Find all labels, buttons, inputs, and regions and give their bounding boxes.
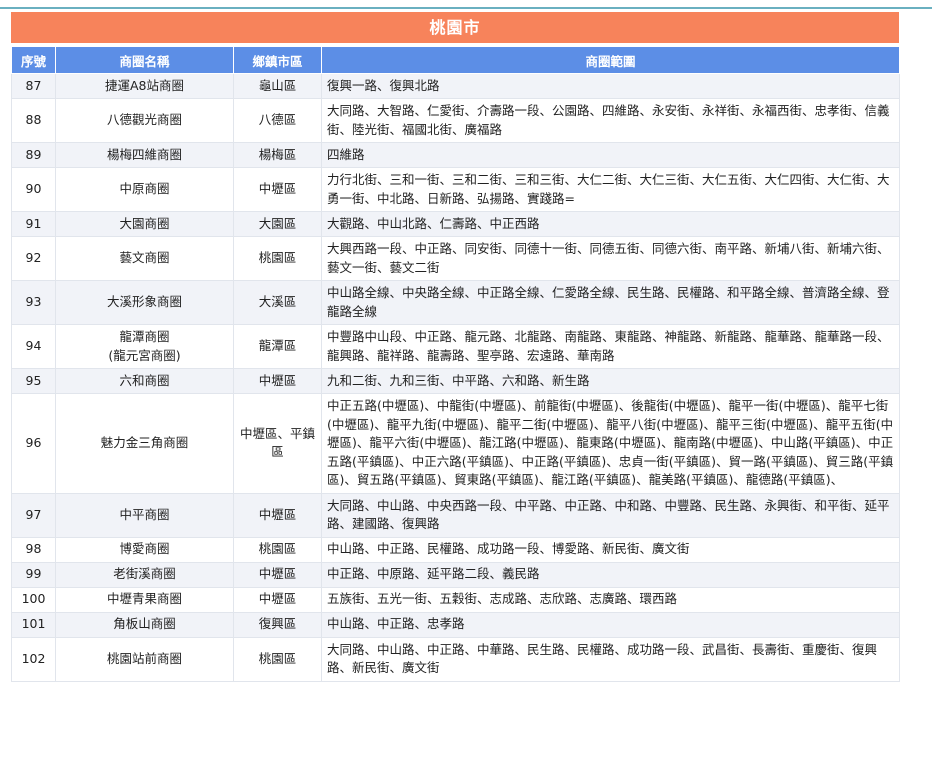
table-row: 100 中壢青果商圈 中壢區 五族街、五光一街、五穀街、志成路、志欣路、志廣路、環西路	[11, 586, 900, 613]
row-district-name: 楊梅四維商圈	[55, 142, 234, 168]
row-number: 96	[11, 393, 56, 494]
row-township: 龍潭區	[233, 324, 322, 369]
table-row: 88 八德觀光商圈 八德區 大同路、大智路、仁愛街、介壽路一段、公園路、四維路、永安街…	[11, 98, 900, 143]
row-township: 中壢區	[233, 561, 322, 588]
business-district-section: 桃園市 序號 商圈名稱 鄉鎮市區 商圈範圍 87 捷運A8站商圈 龜山區 復興一路、復…	[11, 12, 900, 682]
row-district-name: 六和商圈	[55, 368, 234, 394]
row-number: 102	[11, 636, 56, 682]
row-district-name: 藝文商圈	[55, 236, 234, 281]
row-township: 中壢區	[233, 167, 322, 212]
table-row: 97 中平商圈 中壢區 大同路、中山路、中央西路一段、中平路、中正路、中和路、中豐路、…	[11, 492, 900, 538]
row-district-range: 中山路、中正路、忠孝路	[321, 611, 900, 638]
row-district-range: 力行北街、三和一街、三和二街、三和三街、大仁二街、大仁三街、大仁五街、大仁四街、…	[321, 167, 900, 212]
row-number: 92	[11, 236, 56, 281]
row-number: 91	[11, 211, 56, 237]
row-township: 大溪區	[233, 280, 322, 325]
top-divider-line	[0, 7, 932, 9]
row-district-range: 大同路、中山路、中正路、中華路、民生路、民權路、成功路一段、武昌街、長壽街、重慶…	[321, 636, 900, 682]
row-number: 88	[11, 98, 56, 143]
row-district-range: 大觀路、中山北路、仁壽路、中正西路	[321, 211, 900, 237]
table-row: 93 大溪形象商圈 大溪區 中山路全線、中央路全線、中正路全線、仁愛路全線、民生路、民…	[11, 280, 900, 325]
row-number: 93	[11, 280, 56, 325]
row-township: 中壢區	[233, 492, 322, 538]
table-row: 99 老街溪商圈 中壢區 中正路、中原路、延平路二段、義民路	[11, 561, 900, 588]
header-township: 鄉鎮市區	[233, 46, 322, 74]
row-district-range: 中山路、中正路、民權路、成功路一段、博愛路、新民街、廣文街	[321, 536, 900, 563]
row-district-range: 中山路全線、中央路全線、中正路全線、仁愛路全線、民生路、民權路、和平路全線、普濟…	[321, 280, 900, 325]
table-row: 95 六和商圈 中壢區 九和二街、九和三街、中平路、六和路、新生路	[11, 368, 900, 394]
row-township: 大園區	[233, 211, 322, 237]
row-number: 94	[11, 324, 56, 369]
table-row: 101 角板山商圈 復興區 中山路、中正路、忠孝路	[11, 611, 900, 638]
row-township: 中壢區、平鎮區	[233, 393, 322, 494]
row-district-name: 老街溪商圈	[55, 561, 234, 588]
table-row: 96 魅力金三角商圈 中壢區、平鎮區 中正五路(中壢區)、中龍街(中壢區)、前龍街(中…	[11, 393, 900, 494]
row-township: 中壢區	[233, 586, 322, 613]
row-township: 楊梅區	[233, 142, 322, 168]
row-district-name: 捷運A8站商圈	[55, 73, 234, 99]
row-district-name: 桃園站前商圈	[55, 636, 234, 682]
header-number: 序號	[11, 46, 56, 74]
row-number: 89	[11, 142, 56, 168]
row-district-name: 博愛商圈	[55, 536, 234, 563]
row-district-name: 大園商圈	[55, 211, 234, 237]
row-district-name: 大溪形象商圈	[55, 280, 234, 325]
row-district-name: 角板山商圈	[55, 611, 234, 638]
table-row: 91 大園商圈 大園區 大觀路、中山北路、仁壽路、中正西路	[11, 211, 900, 237]
row-township: 桃園區	[233, 536, 322, 563]
row-district-name: 中原商圈	[55, 167, 234, 212]
row-district-range: 大興西路一段、中正路、同安街、同德十一街、同德五街、同德六街、南平路、新埔八街、…	[321, 236, 900, 281]
table-header-row: 序號 商圈名稱 鄉鎮市區 商圈範圍	[11, 46, 900, 74]
row-township: 中壢區	[233, 368, 322, 394]
row-district-range: 大同路、中山路、中央西路一段、中平路、中正路、中和路、中豐路、民生路、永興街、和…	[321, 492, 900, 538]
row-district-name: 中壢青果商圈	[55, 586, 234, 613]
table-row: 94 龍潭商圈 (龍元宮商圈) 龍潭區 中豐路中山段、中正路、龍元路、北龍路、南龍路、…	[11, 324, 900, 369]
row-district-range: 五族街、五光一街、五穀街、志成路、志欣路、志廣路、環西路	[321, 586, 900, 613]
table-row: 98 博愛商圈 桃園區 中山路、中正路、民權路、成功路一段、博愛路、新民街、廣文街	[11, 536, 900, 563]
row-township: 復興區	[233, 611, 322, 638]
row-number: 98	[11, 536, 56, 563]
row-district-range: 大同路、大智路、仁愛街、介壽路一段、公園路、四維路、永安街、永祥街、永福西街、忠…	[321, 98, 900, 143]
city-title: 桃園市	[11, 12, 899, 43]
row-district-range: 中豐路中山段、中正路、龍元路、北龍路、南龍路、東龍路、神龍路、新龍路、龍華路、龍…	[321, 324, 900, 369]
row-district-range: 中正路、中原路、延平路二段、義民路	[321, 561, 900, 588]
table-row: 102 桃園站前商圈 桃園區 大同路、中山路、中正路、中華路、民生路、民權路、成功路一…	[11, 636, 900, 682]
row-district-name: 魅力金三角商圈	[55, 393, 234, 494]
table-row: 89 楊梅四維商圈 楊梅區 四維路	[11, 142, 900, 168]
row-township: 龜山區	[233, 73, 322, 99]
row-number: 101	[11, 611, 56, 638]
row-district-name: 龍潭商圈 (龍元宮商圈)	[55, 324, 234, 369]
row-number: 99	[11, 561, 56, 588]
table-row: 87 捷運A8站商圈 龜山區 復興一路、復興北路	[11, 73, 900, 99]
row-number: 100	[11, 586, 56, 613]
row-number: 87	[11, 73, 56, 99]
row-district-range: 九和二街、九和三街、中平路、六和路、新生路	[321, 368, 900, 394]
row-number: 95	[11, 368, 56, 394]
row-number: 90	[11, 167, 56, 212]
row-district-name: 八德觀光商圈	[55, 98, 234, 143]
business-district-table: 序號 商圈名稱 鄉鎮市區 商圈範圍 87 捷運A8站商圈 龜山區 復興一路、復興北路 8…	[11, 46, 900, 682]
row-district-range: 中正五路(中壢區)、中龍街(中壢區)、前龍街(中壢區)、後龍街(中壢區)、龍平一…	[321, 393, 900, 494]
row-district-name: 中平商圈	[55, 492, 234, 538]
table-row: 92 藝文商圈 桃園區 大興西路一段、中正路、同安街、同德十一街、同德五街、同德六街、…	[11, 236, 900, 281]
table-body: 87 捷運A8站商圈 龜山區 復興一路、復興北路 88 八德觀光商圈 八德區 大同路、大智路、…	[11, 73, 900, 682]
row-number: 97	[11, 492, 56, 538]
row-township: 八德區	[233, 98, 322, 143]
table-row: 90 中原商圈 中壢區 力行北街、三和一街、三和二街、三和三街、大仁二街、大仁三街、大…	[11, 167, 900, 212]
row-district-range: 四維路	[321, 142, 900, 168]
row-district-range: 復興一路、復興北路	[321, 73, 900, 99]
header-district-name: 商圈名稱	[55, 46, 234, 74]
row-township: 桃園區	[233, 236, 322, 281]
header-district-range: 商圈範圍	[321, 46, 900, 74]
row-township: 桃園區	[233, 636, 322, 682]
